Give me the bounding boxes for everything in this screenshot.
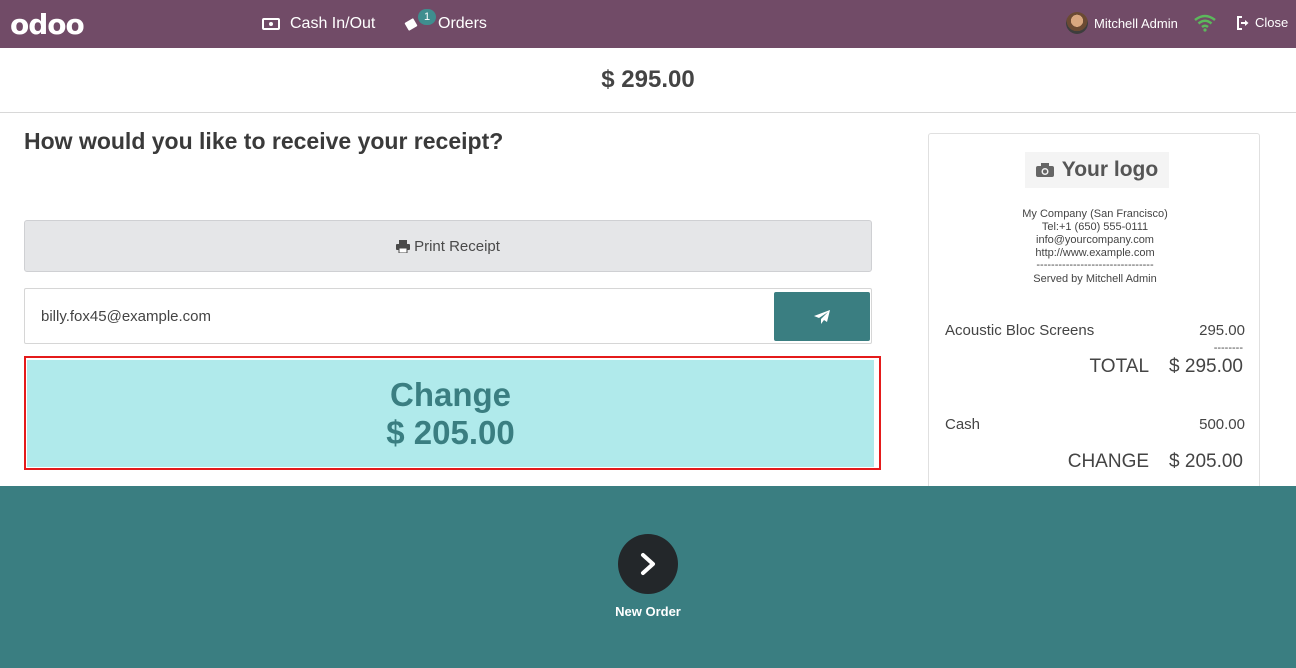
wifi-icon (1194, 14, 1216, 32)
printer-icon (396, 239, 411, 253)
close-button[interactable]: Close (1236, 15, 1288, 30)
new-order-button[interactable] (618, 534, 678, 594)
email-input[interactable] (31, 295, 771, 337)
orders-label: Orders (438, 15, 487, 32)
receipt-preview: Your logo My Company (San Francisco) Tel… (928, 133, 1260, 493)
change-label: Change (389, 375, 511, 413)
orders-count-badge: 1 (418, 9, 437, 25)
email-receipt-form (24, 288, 872, 344)
receipt-line-item: Acoustic Bloc Screens 295.00 (945, 322, 1245, 339)
company-logo: Your logo (1025, 152, 1169, 188)
item-price: 295.00 (1199, 322, 1245, 339)
payment-method: Cash (945, 416, 981, 433)
avatar (1066, 12, 1088, 34)
change-highlight: Change $ 205.00 (24, 356, 881, 470)
receipt-total: TOTAL $ 295.00 (1090, 356, 1243, 378)
change-value: $ 205.00 (386, 413, 515, 451)
cash-in-out-button[interactable]: Cash In/Out (262, 0, 375, 48)
served-by: Served by Mitchell Admin (1033, 273, 1157, 285)
payment-amount: 500.00 (1199, 416, 1245, 433)
cash-in-out-label: Cash In/Out (290, 15, 376, 32)
company-email: info@yourcompany.com (1036, 234, 1154, 246)
print-receipt-button[interactable]: Print Receipt (24, 220, 872, 272)
separator: -------------------------------- (1036, 259, 1154, 271)
company-phone: Tel:+1 (650) 555-0111 (1041, 221, 1149, 233)
camera-icon (1035, 163, 1054, 177)
odoo-logo: odoo (10, 8, 85, 41)
ticket-icon (404, 17, 418, 31)
close-label: Close (1255, 15, 1289, 30)
change-panel: Change $ 205.00 (27, 360, 874, 467)
logo-text: Your logo (1061, 158, 1159, 181)
send-email-button[interactable] (774, 292, 870, 341)
print-receipt-label: Print Receipt (414, 237, 500, 255)
money-icon (262, 18, 280, 30)
paper-plane-icon (814, 309, 830, 324)
receipt-change-label: CHANGE (1067, 451, 1150, 472)
top-navbar: odoo Cash In/Out 1 Orders Mitchell Admin… (0, 0, 1296, 48)
total-amount: $ 295.00 (0, 48, 1296, 113)
total-value: $ 295.00 (1169, 356, 1243, 377)
receipt-change: CHANGE $ 205.00 (1068, 451, 1243, 473)
receipt-question: How would you like to receive your recei… (24, 128, 504, 154)
payment-line: Cash 500.00 (945, 416, 1245, 433)
total-label: TOTAL (1089, 356, 1150, 377)
orders-button[interactable]: 1 Orders (404, 0, 487, 48)
chevron-right-icon (641, 553, 655, 575)
company-name: My Company (San Francisco) (1022, 208, 1168, 220)
user-name: Mitchell Admin (1094, 15, 1178, 31)
total-separator: -------- (1213, 342, 1243, 354)
user-menu[interactable]: Mitchell Admin (1066, 12, 1178, 34)
new-order-label: New Order (615, 604, 681, 619)
sign-out-icon (1237, 15, 1249, 30)
receipt-change-value: $ 205.00 (1169, 451, 1243, 472)
item-name: Acoustic Bloc Screens (945, 322, 1095, 339)
footer-bar: New Order (0, 486, 1296, 668)
